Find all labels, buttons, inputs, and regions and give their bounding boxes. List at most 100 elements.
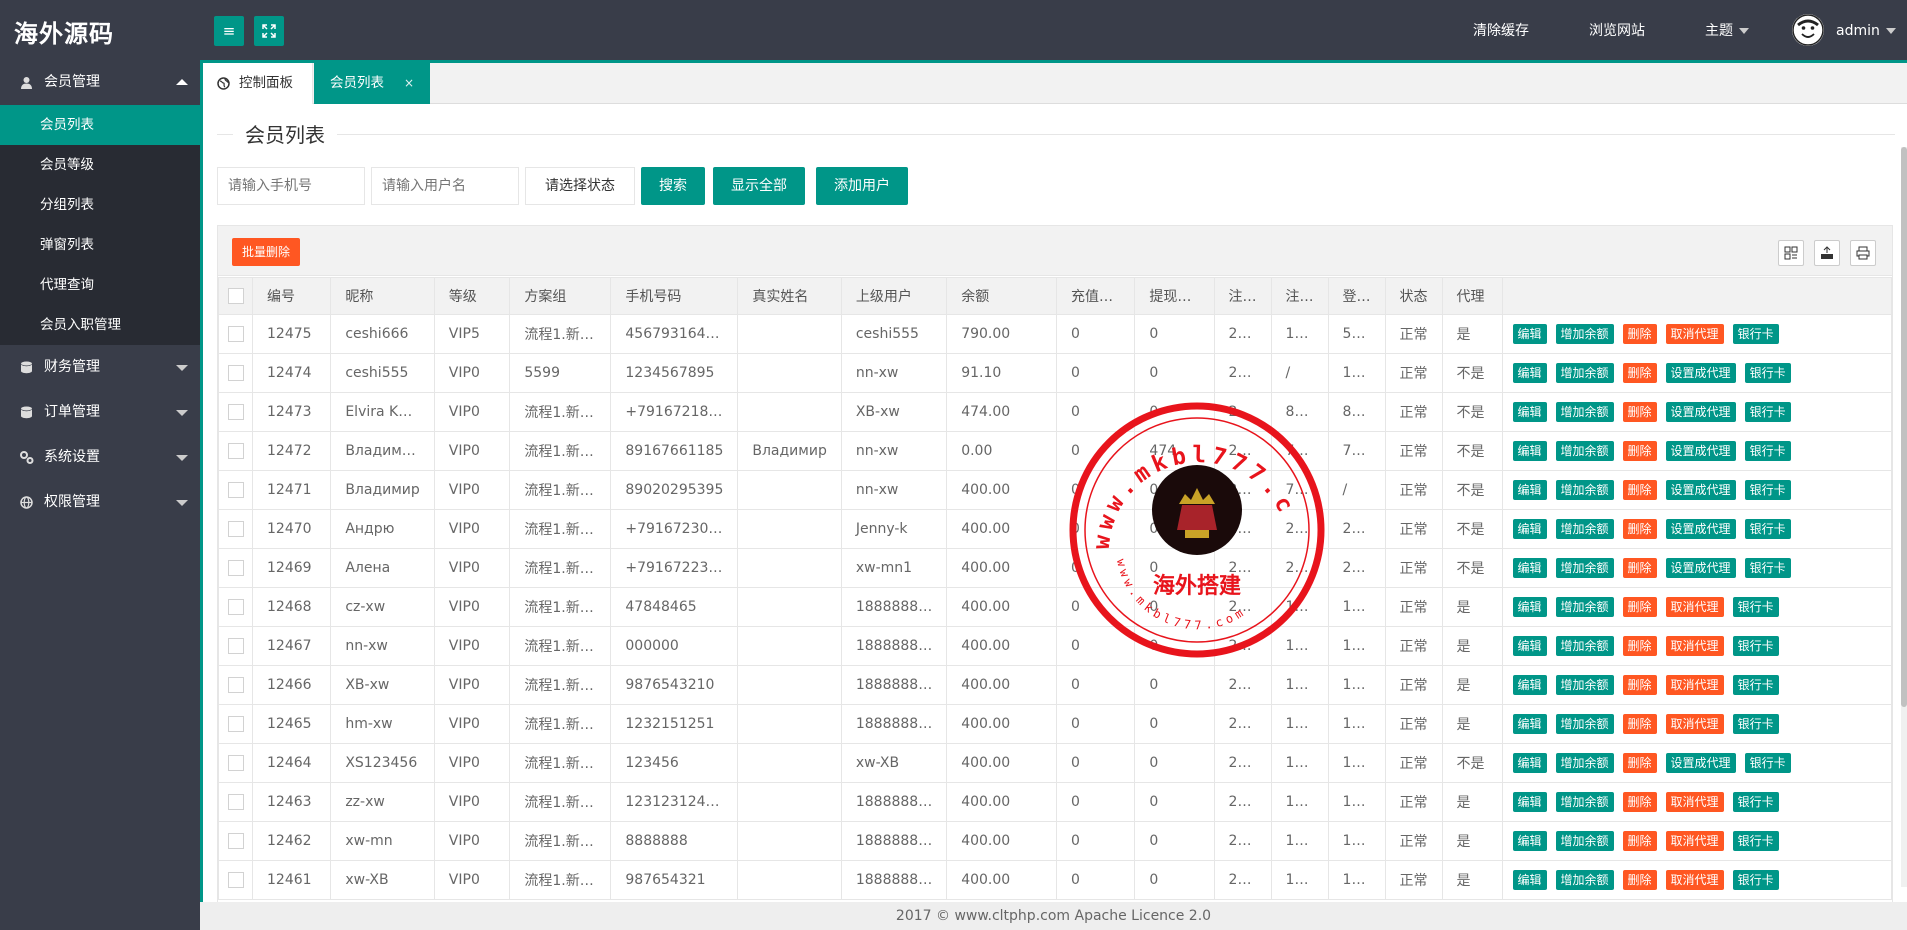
delete-button[interactable]: 删除	[1622, 792, 1657, 812]
tab-member-list[interactable]: 会员列表 ×	[314, 63, 430, 104]
phone-search-input[interactable]	[217, 167, 365, 205]
row-checkbox[interactable]	[218, 548, 254, 588]
edit-button[interactable]: 编辑	[1512, 324, 1547, 344]
clear-cache-link[interactable]: 清除缓存	[1473, 0, 1529, 60]
edit-button[interactable]: 编辑	[1512, 870, 1547, 890]
bank-card-button[interactable]: 银行卡	[1732, 831, 1779, 851]
bank-card-button[interactable]: 银行卡	[1732, 792, 1779, 812]
cancel-agent-button[interactable]: 取消代理	[1665, 792, 1724, 812]
cancel-agent-button[interactable]: 取消代理	[1665, 636, 1724, 656]
close-icon[interactable]: ×	[404, 63, 414, 103]
edit-button[interactable]: 编辑	[1512, 792, 1547, 812]
sidebar-item-member-onboarding[interactable]: 会员入职管理	[0, 305, 200, 345]
col-register-2[interactable]: 注…	[1270, 277, 1329, 315]
sidebar-group-permissions[interactable]: 权限管理	[0, 480, 200, 525]
edit-button[interactable]: 编辑	[1512, 519, 1547, 539]
col-parent-user[interactable]: 上级用户	[840, 277, 948, 315]
col-balance[interactable]: 余额	[946, 277, 1058, 315]
sidebar-item-group-list[interactable]: 分组列表	[0, 185, 200, 225]
sidebar-item-popup-list[interactable]: 弹窗列表	[0, 225, 200, 265]
row-checkbox[interactable]	[218, 470, 254, 510]
vertical-scrollbar[interactable]	[1901, 147, 1907, 887]
delete-button[interactable]: 删除	[1622, 753, 1657, 773]
row-checkbox[interactable]	[218, 509, 254, 549]
edit-button[interactable]: 编辑	[1512, 636, 1547, 656]
browse-site-link[interactable]: 浏览网站	[1589, 0, 1645, 60]
col-nickname[interactable]: 昵称	[330, 277, 435, 315]
status-select[interactable]: 请选择状态	[525, 167, 635, 205]
sidebar-item-agent-query[interactable]: 代理查询	[0, 265, 200, 305]
set-agent-button[interactable]: 设置成代理	[1665, 363, 1736, 383]
delete-button[interactable]: 删除	[1622, 363, 1657, 383]
cancel-agent-button[interactable]: 取消代理	[1665, 675, 1724, 695]
add-balance-button[interactable]: 增加余额	[1555, 558, 1614, 578]
show-all-button[interactable]: 显示全部	[713, 167, 805, 205]
sidebar-group-members[interactable]: 会员管理	[0, 60, 200, 105]
delete-button[interactable]: 删除	[1622, 714, 1657, 734]
col-recharge[interactable]: 充值…	[1056, 277, 1136, 315]
add-balance-button[interactable]: 增加余额	[1555, 636, 1614, 656]
delete-button[interactable]: 删除	[1622, 558, 1657, 578]
add-user-button[interactable]: 添加用户	[816, 167, 908, 205]
set-agent-button[interactable]: 设置成代理	[1665, 402, 1736, 422]
footer-site-link[interactable]: www.cltphp.com	[954, 908, 1070, 924]
add-balance-button[interactable]: 增加余额	[1555, 519, 1614, 539]
cancel-agent-button[interactable]: 取消代理	[1665, 831, 1724, 851]
bank-card-button[interactable]: 银行卡	[1732, 636, 1779, 656]
set-agent-button[interactable]: 设置成代理	[1665, 519, 1736, 539]
delete-button[interactable]: 删除	[1622, 480, 1657, 500]
row-checkbox[interactable]	[218, 704, 254, 744]
col-level[interactable]: 等级	[433, 277, 511, 315]
edit-button[interactable]: 编辑	[1512, 402, 1547, 422]
bank-card-button[interactable]: 银行卡	[1744, 402, 1791, 422]
row-checkbox[interactable]	[218, 314, 254, 354]
fullscreen-button[interactable]	[254, 16, 284, 46]
row-checkbox[interactable]	[218, 587, 254, 627]
row-checkbox[interactable]	[218, 860, 254, 900]
delete-button[interactable]: 删除	[1622, 870, 1657, 890]
edit-button[interactable]: 编辑	[1512, 363, 1547, 383]
edit-button[interactable]: 编辑	[1512, 441, 1547, 461]
username-search-input[interactable]	[371, 167, 519, 205]
row-checkbox[interactable]	[218, 626, 254, 666]
sidebar-item-member-level[interactable]: 会员等级	[0, 145, 200, 185]
bank-card-button[interactable]: 银行卡	[1744, 519, 1791, 539]
col-withdraw[interactable]: 提现…	[1134, 277, 1215, 315]
avatar[interactable]	[1792, 14, 1824, 46]
add-balance-button[interactable]: 增加余额	[1555, 675, 1614, 695]
col-plan-group[interactable]: 方案组	[509, 277, 612, 315]
row-checkbox[interactable]	[218, 743, 254, 783]
bank-card-button[interactable]: 银行卡	[1732, 324, 1779, 344]
bank-card-button[interactable]: 银行卡	[1732, 675, 1779, 695]
edit-button[interactable]: 编辑	[1512, 597, 1547, 617]
row-checkbox[interactable]	[218, 353, 254, 393]
delete-button[interactable]: 删除	[1622, 636, 1657, 656]
edit-button[interactable]: 编辑	[1512, 753, 1547, 773]
tab-dashboard[interactable]: 控制面板	[203, 63, 313, 104]
sidebar-group-orders[interactable]: 订单管理	[0, 390, 200, 435]
edit-button[interactable]: 编辑	[1512, 558, 1547, 578]
search-button[interactable]: 搜索	[641, 167, 705, 205]
columns-filter-button[interactable]	[1778, 240, 1804, 266]
bank-card-button[interactable]: 银行卡	[1732, 870, 1779, 890]
delete-button[interactable]: 删除	[1622, 675, 1657, 695]
col-real-name[interactable]: 真实姓名	[737, 277, 842, 315]
add-balance-button[interactable]: 增加余额	[1555, 831, 1614, 851]
add-balance-button[interactable]: 增加余额	[1555, 597, 1614, 617]
theme-menu[interactable]: 主题	[1705, 0, 1749, 60]
add-balance-button[interactable]: 增加余额	[1555, 363, 1614, 383]
add-balance-button[interactable]: 增加余额	[1555, 714, 1614, 734]
row-checkbox[interactable]	[218, 821, 254, 861]
sidebar-group-settings[interactable]: 系统设置	[0, 435, 200, 480]
add-balance-button[interactable]: 增加余额	[1555, 324, 1614, 344]
menu-toggle-button[interactable]: ≡	[214, 16, 244, 46]
col-id[interactable]: 编号	[252, 277, 332, 315]
cancel-agent-button[interactable]: 取消代理	[1665, 870, 1724, 890]
bank-card-button[interactable]: 银行卡	[1732, 597, 1779, 617]
cancel-agent-button[interactable]: 取消代理	[1665, 324, 1724, 344]
bank-card-button[interactable]: 银行卡	[1744, 441, 1791, 461]
add-balance-button[interactable]: 增加余额	[1555, 441, 1614, 461]
delete-button[interactable]: 删除	[1622, 597, 1657, 617]
edit-button[interactable]: 编辑	[1512, 831, 1547, 851]
export-button[interactable]	[1814, 240, 1840, 266]
